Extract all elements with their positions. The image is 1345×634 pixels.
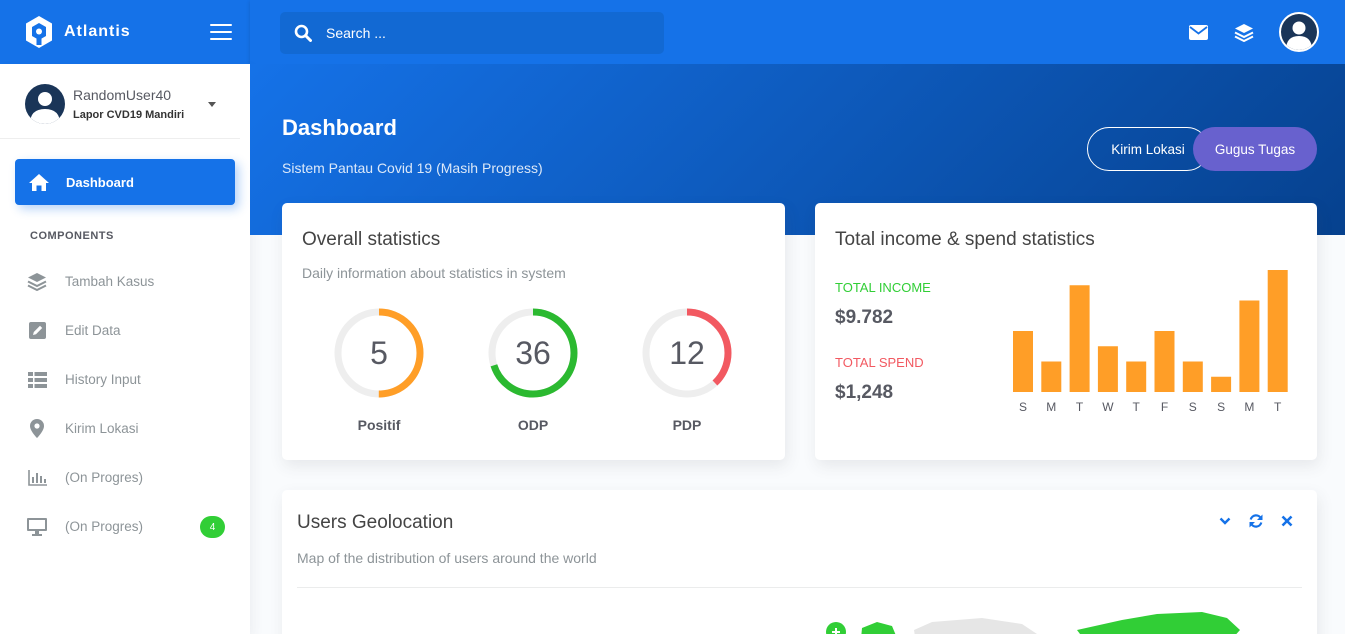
sidebar-item-label: Edit Data <box>65 323 121 338</box>
bar-label-4: T <box>1133 400 1141 414</box>
sidebar-item-label: Dashboard <box>66 174 134 190</box>
close-icon[interactable] <box>1278 512 1295 529</box>
layers-icon[interactable] <box>1233 21 1255 43</box>
envelope-icon[interactable] <box>1187 21 1209 43</box>
bar-chart-icon <box>27 468 47 488</box>
overall-statistics-card: Overall statistics Daily information abo… <box>282 203 785 460</box>
top-navbar <box>250 0 1345 64</box>
sidebar-item-dashboard[interactable]: Dashboard <box>15 159 235 205</box>
sidebar-item-edit-data[interactable]: Edit Data <box>0 306 250 355</box>
search-icon[interactable] <box>294 24 312 42</box>
card-title: Users Geolocation <box>297 512 454 533</box>
bar-label-9: T <box>1274 400 1282 414</box>
refresh-icon[interactable] <box>1247 512 1264 529</box>
desktop-icon <box>27 517 47 537</box>
circle-label: Positif <box>357 417 401 433</box>
world-map[interactable] <box>822 610 1252 634</box>
bar-label-8: M <box>1244 400 1254 414</box>
bar-label-0: S <box>1019 400 1027 414</box>
card-tools <box>1216 512 1295 529</box>
bar-1 <box>1041 361 1062 392</box>
sidebar-item-history-input[interactable]: History Input <box>0 355 250 404</box>
user-name: RandomUser40 <box>73 87 172 103</box>
card-category: Map of the distribution of users around … <box>297 550 597 566</box>
bar-0 <box>1013 331 1033 392</box>
menu-toggle-icon[interactable] <box>210 24 232 40</box>
user-role: Lapor CVD19 Mandiri <box>73 109 185 121</box>
bar-label-1: M <box>1046 400 1056 414</box>
table-icon <box>27 370 47 390</box>
map-marker-icon <box>27 419 47 439</box>
income-bar-chart: SMTWTFSSMT <box>1013 270 1288 414</box>
sidebar: RandomUser40 Lapor CVD19 Mandiri Dashboa… <box>0 64 250 634</box>
users-geolocation-card: Users Geolocation Map of the distributio… <box>282 490 1317 634</box>
gugus-tugas-button[interactable]: Gugus Tugas <box>1193 127 1317 171</box>
card-category: Daily information about statistics in sy… <box>302 265 566 281</box>
circle-stat-odp: 36 ODP <box>487 307 579 433</box>
sidebar-item-on-progres-1[interactable]: (On Progres) <box>0 453 250 502</box>
home-icon <box>29 173 49 191</box>
bar-label-6: S <box>1189 400 1197 414</box>
divider <box>297 587 1302 588</box>
bar-label-3: W <box>1102 400 1114 414</box>
circle-stat-pdp: 12 PDP <box>641 307 733 433</box>
notification-badge: 4 <box>200 516 225 538</box>
kirim-lokasi-button[interactable]: Kirim Lokasi <box>1087 127 1209 171</box>
chevron-down-icon[interactable] <box>1216 512 1233 529</box>
caret-down-icon[interactable] <box>208 101 216 107</box>
bar-5 <box>1154 331 1175 392</box>
profile-avatar[interactable] <box>1279 12 1319 52</box>
layers-icon <box>27 272 47 292</box>
logo-header: Atlantis <box>0 0 250 64</box>
search-input[interactable] <box>326 25 626 41</box>
sidebar-item-label: Tambah Kasus <box>65 274 155 289</box>
total-income-label: TOTAL INCOME <box>835 280 931 295</box>
user-panel[interactable]: RandomUser40 Lapor CVD19 Mandiri <box>0 64 240 139</box>
sidebar-item-tambah-kasus[interactable]: Tambah Kasus <box>0 257 250 306</box>
sidebar-item-label: Kirim Lokasi <box>65 421 139 436</box>
sidebar-item-label: (On Progres) <box>65 470 144 485</box>
sidebar-item-on-progres-2[interactable]: (On Progres) 4 <box>0 502 250 551</box>
circle-label: ODP <box>517 417 549 433</box>
bar-2 <box>1069 285 1090 392</box>
logo-icon[interactable] <box>24 15 54 49</box>
circle-value: 5 <box>370 334 388 371</box>
user-avatar[interactable] <box>25 84 65 124</box>
card-title: Overall statistics <box>302 229 441 250</box>
page-title: Dashboard <box>282 115 397 140</box>
circle-value: 12 <box>669 334 705 371</box>
sidebar-item-kirim-lokasi[interactable]: Kirim Lokasi <box>0 404 250 453</box>
total-spend-value: $1,248 <box>835 382 894 403</box>
bar-label-7: S <box>1217 400 1225 414</box>
bar-6 <box>1182 361 1203 392</box>
sidebar-item-label: (On Progres) <box>65 519 144 534</box>
bar-7 <box>1211 376 1232 392</box>
income-spend-card: Total income & spend statistics TOTAL IN… <box>815 203 1317 460</box>
sidebar-item-label: History Input <box>65 372 141 387</box>
bar-label-2: T <box>1076 400 1084 414</box>
bar-8 <box>1239 300 1260 392</box>
bar-3 <box>1097 346 1118 392</box>
circle-label: PDP <box>672 417 702 433</box>
top-icons <box>1187 0 1319 64</box>
circle-stat-positif: 5 Positif <box>333 307 425 433</box>
section-title-components: COMPONENTS <box>30 230 114 242</box>
search-bar <box>280 12 664 54</box>
card-title: Total income & spend statistics <box>835 229 1095 250</box>
pen-square-icon <box>27 321 47 341</box>
brand-name[interactable]: Atlantis <box>64 23 131 41</box>
total-income-value: $9.782 <box>835 307 894 328</box>
total-spend-label: TOTAL SPEND <box>835 355 924 370</box>
bar-9 <box>1267 270 1288 392</box>
user-info: RandomUser40 Lapor CVD19 Mandiri <box>73 87 184 121</box>
bar-4 <box>1126 361 1147 392</box>
page-subtitle: Sistem Pantau Covid 19 (Masih Progress) <box>282 160 543 176</box>
circle-value: 36 <box>515 334 551 371</box>
bar-label-5: F <box>1161 400 1168 414</box>
